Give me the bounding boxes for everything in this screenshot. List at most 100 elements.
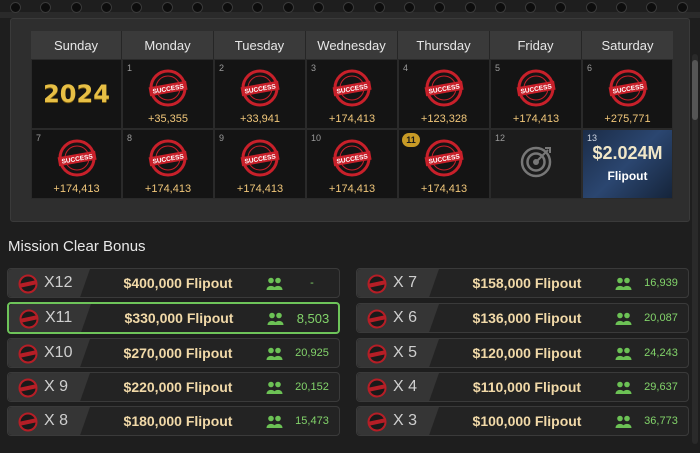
day-number: 9	[219, 133, 225, 143]
year-label: 2024	[43, 80, 110, 108]
multiplier: X 4	[393, 378, 418, 395]
binding-ring	[676, 2, 688, 13]
header-tuesday: Tuesday	[214, 31, 306, 59]
svg-text:SUCCESS: SUCCESS	[612, 83, 645, 95]
calendar-cell-day-6[interactable]: 6 SUCCESS +275,771	[582, 59, 673, 129]
calendar-grid: Sunday Monday Tuesday Wednesday Thursday…	[31, 31, 673, 201]
day-number: 10	[311, 133, 322, 143]
grand-prize: 13 $2.024M Flipout	[583, 130, 672, 198]
calendar-cell-day-11[interactable]: 11 SUCCESS +174,413	[398, 129, 490, 199]
svg-text:SUCCESS: SUCCESS	[336, 153, 369, 165]
calendar-cell-day-3[interactable]: 3 SUCCESS +174,413	[306, 59, 398, 129]
svg-text:SUCCESS: SUCCESS	[336, 83, 369, 95]
success-stamp-icon	[367, 378, 387, 398]
bonus-prize: $158,000 Flipout	[472, 275, 582, 291]
calendar-cell-day-13[interactable]: 13 $2.024M Flipout	[582, 129, 673, 199]
success-stamp-icon	[18, 412, 38, 432]
header-thursday: Thursday	[398, 31, 490, 59]
day-amount: +123,328	[420, 113, 468, 125]
multiplier: X 5	[393, 344, 418, 361]
success-stamp-icon: SUCCESS	[516, 69, 556, 107]
binding-ring	[646, 2, 658, 13]
bonus-row[interactable]: X12 $400,000 Flipout -	[7, 268, 340, 298]
bonus-row[interactable]: X 3 $100,000 Flipout 36,773	[356, 406, 689, 436]
svg-text:SUCCESS: SUCCESS	[244, 83, 277, 95]
calendar-cell-day-1[interactable]: 1 SUCCESS +35,355	[122, 59, 214, 129]
multiplier: X 6	[393, 309, 418, 326]
bonus-title: Mission Clear Bonus	[8, 238, 146, 255]
calendar-cell-day-8[interactable]: 8 SUCCESS +174,413	[122, 129, 214, 199]
binding-ring	[585, 2, 597, 13]
winner-count: -	[310, 277, 314, 289]
calendar-cell-day-5[interactable]: 5 SUCCESS +174,413	[490, 59, 582, 129]
day-number: 7	[36, 133, 42, 143]
svg-text:SUCCESS: SUCCESS	[428, 153, 461, 165]
calendar-cell-day-10[interactable]: 10 SUCCESS +174,413	[306, 129, 398, 199]
bonus-row[interactable]: X 6 $136,000 Flipout 20,087	[356, 303, 689, 333]
binding-ring	[10, 2, 21, 13]
winner-count: 20,087	[644, 312, 678, 324]
success-stamp-icon: SUCCESS	[148, 69, 188, 107]
scrollbar-thumb[interactable]	[692, 60, 698, 120]
binding-ring	[616, 2, 627, 13]
calendar-cell-day-2[interactable]: 2 SUCCESS +33,941	[214, 59, 306, 129]
calendar-cell-day-12[interactable]: 12	[490, 129, 582, 199]
bonus-row[interactable]: X 4 $110,000 Flipout 29,637	[356, 372, 689, 402]
day-amount: +174,413	[328, 113, 376, 125]
binding-ring	[161, 2, 173, 13]
header-friday: Friday	[490, 31, 582, 59]
multiplier: X10	[44, 344, 73, 361]
people-icon	[266, 277, 283, 290]
header-monday: Monday	[122, 31, 214, 59]
winner-count: 20,925	[295, 347, 329, 359]
svg-text:SUCCESS: SUCCESS	[244, 153, 277, 165]
binding-ring	[70, 2, 82, 13]
winner-count: 29,637	[644, 381, 678, 393]
calendar-cell-day-4[interactable]: 4 SUCCESS +123,328	[398, 59, 490, 129]
people-icon	[266, 415, 283, 428]
success-stamp-icon: SUCCESS	[424, 139, 464, 177]
multiplier: X11	[45, 309, 73, 326]
bonus-row[interactable]: X 9 $220,000 Flipout 20,152	[7, 372, 340, 402]
bonus-row[interactable]: X 8 $180,000 Flipout 15,473	[7, 406, 340, 436]
people-icon	[615, 381, 632, 394]
bonus-row-current[interactable]: X11 $330,000 Flipout 8,503	[7, 302, 340, 334]
binding-ring	[252, 2, 264, 13]
svg-text:SUCCESS: SUCCESS	[152, 83, 185, 95]
calendar-cell-day-9[interactable]: 9 SUCCESS +174,413	[214, 129, 306, 199]
day-number: 2	[219, 63, 225, 73]
binding-ring	[525, 2, 537, 13]
people-icon	[615, 415, 632, 428]
grand-prize-label: Flipout	[607, 169, 648, 183]
winner-count: 16,939	[644, 277, 678, 289]
success-stamp-icon	[367, 274, 387, 294]
svg-text:SUCCESS: SUCCESS	[520, 83, 553, 95]
binding-ring	[403, 2, 415, 13]
multiplier: X12	[44, 274, 73, 291]
bonus-row[interactable]: X10 $270,000 Flipout 20,925	[7, 338, 340, 368]
calendar-cell-day-7[interactable]: 7 SUCCESS +174,413	[31, 129, 122, 199]
success-stamp-icon	[18, 344, 38, 364]
people-icon	[267, 312, 284, 325]
bonus-prize: $100,000 Flipout	[472, 413, 582, 429]
bonus-row[interactable]: X 5 $120,000 Flipout 24,243	[356, 338, 689, 368]
binding-ring	[100, 2, 112, 13]
bonus-prize: $136,000 Flipout	[472, 310, 582, 326]
svg-text:SUCCESS: SUCCESS	[61, 153, 94, 165]
success-stamp-icon	[367, 344, 387, 364]
winner-count: 20,152	[295, 381, 329, 393]
bonus-row[interactable]: X 7 $158,000 Flipout 16,939	[356, 268, 689, 298]
people-icon	[615, 347, 632, 360]
day-number: 6	[587, 63, 593, 73]
people-icon	[615, 312, 632, 325]
day-amount: +174,413	[328, 183, 376, 195]
winner-count: 36,773	[644, 415, 678, 427]
svg-text:SUCCESS: SUCCESS	[428, 83, 461, 95]
multiplier: X 7	[393, 274, 418, 291]
day-amount: +174,413	[144, 183, 192, 195]
success-stamp-icon	[18, 274, 38, 294]
day-amount: +174,413	[236, 183, 284, 195]
promo-page: Sunday Monday Tuesday Wednesday Thursday…	[0, 0, 700, 453]
day-number: 5	[495, 63, 501, 73]
binding-ring	[313, 2, 324, 13]
